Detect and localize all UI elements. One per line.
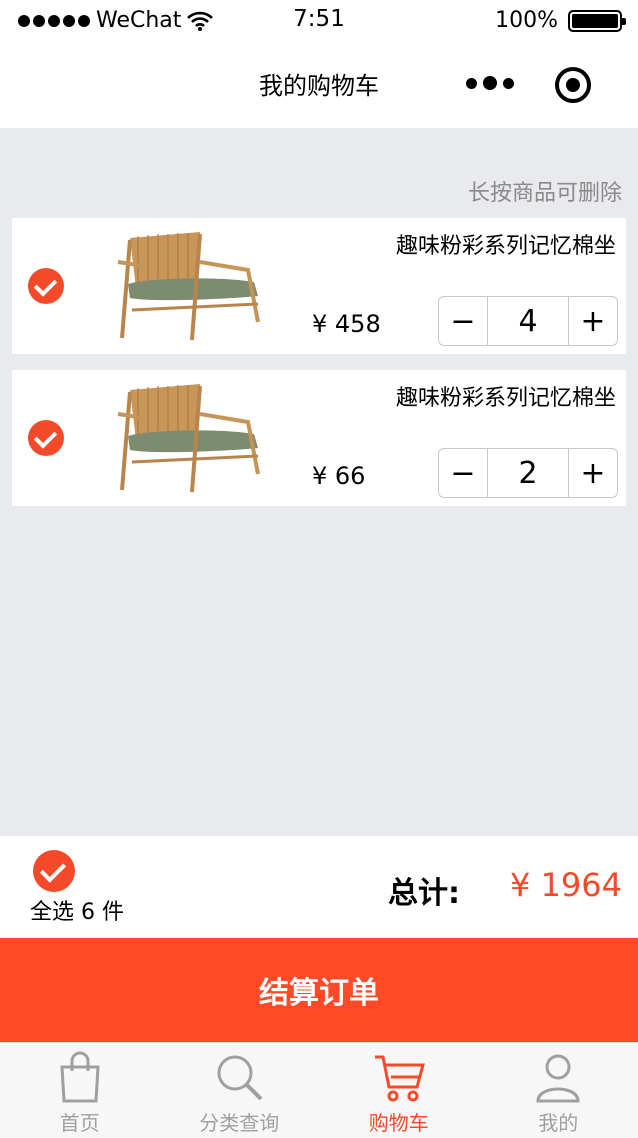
battery-group: 100% xyxy=(495,8,626,33)
select-all-checkbox[interactable] xyxy=(33,850,75,892)
item-checkbox[interactable] xyxy=(28,268,64,304)
quantity-stepper: − 2 + xyxy=(438,448,618,498)
select-all-label[interactable]: 全选 6 件 xyxy=(30,894,124,926)
user-icon xyxy=(536,1054,580,1103)
cart-item[interactable]: 趣味粉彩系列记忆棉坐 ¥ 458 − 4 + xyxy=(12,218,626,354)
battery-percent: 100% xyxy=(495,8,558,33)
status-bar: WeChat 7:51 100% xyxy=(0,0,638,40)
checkout-button[interactable]: 结算订单 xyxy=(0,938,638,1042)
more-icon[interactable] xyxy=(466,76,514,90)
increase-button[interactable]: + xyxy=(569,449,617,497)
page-title: 我的购物车 xyxy=(259,72,379,100)
product-image[interactable] xyxy=(108,378,268,496)
product-name: 趣味粉彩系列记忆棉坐 xyxy=(395,234,616,259)
tab-cart[interactable]: 购物车 xyxy=(319,1043,479,1138)
product-price: ¥ 458 xyxy=(312,310,381,338)
total-label: 总计: xyxy=(388,876,460,911)
increase-button[interactable]: + xyxy=(569,297,617,345)
decrease-button[interactable]: − xyxy=(439,449,487,497)
product-name: 趣味粉彩系列记忆棉坐 xyxy=(395,386,616,411)
tab-label: 我的 xyxy=(538,1111,579,1135)
cart-item[interactable]: 趣味粉彩系列记忆棉坐 ¥ 66 − 2 + xyxy=(12,370,626,506)
battery-icon xyxy=(568,9,626,32)
close-miniprogram-icon[interactable] xyxy=(555,67,591,103)
product-image[interactable] xyxy=(108,226,268,344)
cart-icon xyxy=(374,1055,425,1102)
tab-category-search[interactable]: 分类查询 xyxy=(160,1043,320,1138)
tab-label: 分类查询 xyxy=(199,1111,280,1135)
total-price: ¥ 1964 xyxy=(510,866,622,904)
search-icon xyxy=(217,1055,263,1101)
quantity-value[interactable]: 4 xyxy=(487,297,569,345)
decrease-button[interactable]: − xyxy=(439,297,487,345)
delete-hint: 长按商品可删除 xyxy=(467,181,622,206)
tab-bar: 首页 分类查询 购物车 我的 xyxy=(0,1042,638,1138)
shopping-bag-icon xyxy=(60,1051,100,1103)
item-checkbox[interactable] xyxy=(28,420,64,456)
summary-bar: 全选 6 件 总计: ¥ 1964 xyxy=(0,836,638,938)
tab-home[interactable]: 首页 xyxy=(0,1043,160,1138)
quantity-value[interactable]: 2 xyxy=(487,449,569,497)
quantity-stepper: − 4 + xyxy=(438,296,618,346)
tab-label: 购物车 xyxy=(368,1111,429,1135)
nav-bar: 我的购物车 xyxy=(0,40,638,128)
product-price: ¥ 66 xyxy=(312,462,366,490)
tab-mine[interactable]: 我的 xyxy=(479,1043,638,1138)
tab-label: 首页 xyxy=(59,1111,100,1135)
